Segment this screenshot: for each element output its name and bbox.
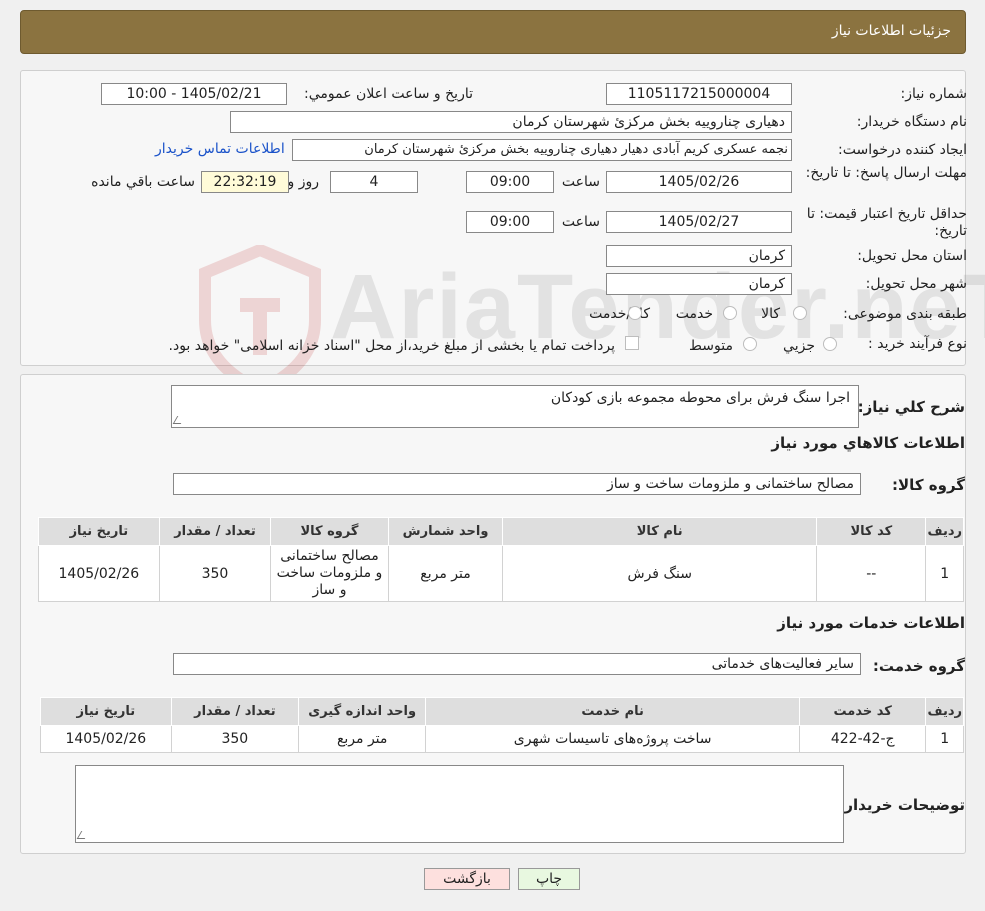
cell-goods-group: مصالح ساختمانی و ملزومات ساخت و ساز [270,545,389,602]
buyer-notes-label: توضيحات خريدار: [838,796,965,814]
cell-goods-code: -- [816,545,927,602]
creator-field: نجمه عسکری کریم آبادی دهیار دهیاری چنارو… [292,139,792,161]
category-radio-service[interactable] [723,306,737,320]
summary-text: اجرا سنگ فرش برای محوطه مجموعه بازی کودک… [550,390,850,406]
services-table: رديف کد خدمت نام خدمت واحد اندازه گيری ت… [40,697,964,753]
col-need-date: تاريخ نياز [38,517,160,546]
days-field: 4 [330,171,418,193]
buyer-notes-textarea [75,765,844,843]
process-radio-medium[interactable] [743,337,757,351]
service-group-field: ساير فعاليت‌های خدماتی [173,653,861,675]
need-number-label: شماره نیاز: [900,86,968,102]
creator-label: ايجاد کننده درخواست: [838,142,967,158]
table-row: 1 ج-42-422 ساخت پروژه‌های تاسيسات شهری م… [40,725,964,753]
services-section-title: اطلاعات خدمات مورد نياز [777,614,965,632]
print-button[interactable]: چاپ [518,868,580,890]
announce-label: تاریخ و ساعت اعلان عمومي: [304,86,473,102]
page-title: جزئیات اطلاعات نیاز [831,23,951,39]
col-row: رديف [925,697,964,726]
province-field: کرمان [606,245,792,267]
col-goods-group: گروه کالا [270,517,389,546]
table-row: 1 -- سنگ فرش متر مربع مصالح ساختمانی و م… [38,545,964,602]
cell-need-date: 1405/02/26 [38,545,160,602]
process-radio-partial[interactable] [823,337,837,351]
col-goods-name: نام کالا [502,517,818,546]
col-goods-code: کد کالا [816,517,927,546]
treasury-checkbox[interactable] [625,336,639,350]
buyer-contact-link[interactable]: اطلاعات تماس خريدار [155,141,285,157]
col-quantity: تعداد / مقدار [158,517,272,546]
process-option-medium: متوسط [689,338,733,354]
category-radio-both[interactable] [628,306,642,320]
cell-quantity: 350 [170,725,300,753]
col-service-code: کد خدمت [798,697,927,726]
col-quantity: تعداد / مقدار [170,697,300,726]
deadline-label: مهلت ارسال پاسخ: تا تاريخ: [805,165,967,181]
col-measure-unit: واحد اندازه گيری [298,697,427,726]
resize-handle[interactable] [172,416,186,424]
buyer-org-label: نام دستگاه خريدار: [856,114,967,130]
category-option-service: خدمت [675,306,713,322]
page-header: جزئیات اطلاعات نیاز [20,10,966,54]
province-label: استان محل تحويل: [857,248,967,264]
services-table-header: رديف کد خدمت نام خدمت واحد اندازه گيری ت… [40,697,964,726]
cell-need-date: 1405/02/26 [40,725,172,753]
resize-handle[interactable] [76,831,90,839]
category-label: طبقه بندی موضوعی: [843,306,967,322]
cell-measure-unit: متر مربع [298,725,427,753]
summary-label: شرح کلي نياز: [857,398,965,416]
validity-time-label: ساعت [561,214,600,230]
goods-table: رديف کد کالا نام کالا واحد شمارش گروه کا… [38,517,964,602]
process-option-partial: جزيي [783,338,815,354]
back-button[interactable]: بازگشت [424,868,510,890]
col-unit: واحد شمارش [387,517,504,546]
remaining-time-field: 22:32:19 [201,171,289,193]
cell-quantity: 350 [158,545,272,602]
category-radio-goods[interactable] [793,306,807,320]
deadline-date-field: 1405/02/26 [606,171,792,193]
category-option-goods: کالا [761,306,780,322]
need-number-field: 1105117215000004 [606,83,792,105]
validity-label: حداقل تاريخ اعتبار قيمت: تا تاريخ: [806,206,967,239]
cell-row: 1 [925,725,964,753]
deadline-time-field: 09:00 [466,171,554,193]
validity-time-field: 09:00 [466,211,554,233]
goods-section-title: اطلاعات کالاهاي مورد نياز [771,434,965,452]
cell-row: 1 [925,545,964,602]
goods-table-header: رديف کد کالا نام کالا واحد شمارش گروه کا… [38,517,964,546]
days-label: روز و [287,174,320,190]
city-field: کرمان [606,273,792,295]
col-need-date: تاريخ نياز [40,697,172,726]
goods-group-field: مصالح ساختمانی و ملزومات ساخت و ساز [173,473,861,495]
cell-goods-name: سنگ فرش [502,545,818,602]
city-label: شهر محل تحويل: [865,276,967,292]
announce-field: 1405/02/21 - 10:00 [101,83,287,105]
cell-service-name: ساخت پروژه‌های تاسيسات شهری [425,725,800,753]
cell-service-code: ج-42-422 [798,725,927,753]
payment-note: پرداخت تمام يا بخشی از مبلغ خريد،از محل … [168,338,615,354]
summary-textarea: اجرا سنگ فرش برای محوطه مجموعه بازی کودک… [171,385,859,428]
service-group-label: گروه خدمت: [872,657,965,675]
cell-unit: متر مربع [387,545,504,602]
remaining-label: ساعت باقي مانده [91,174,195,190]
goods-group-label: گروه کالا: [892,476,965,494]
validity-date-field: 1405/02/27 [606,211,792,233]
buyer-org-field: دهیاری چناروییه بخش مرکزئ شهرستان کرمان [230,111,792,133]
col-service-name: نام خدمت [425,697,800,726]
col-row: رديف [925,517,964,546]
deadline-time-label: ساعت [561,174,600,190]
process-label: نوع فرآيند خريد : [868,336,967,352]
